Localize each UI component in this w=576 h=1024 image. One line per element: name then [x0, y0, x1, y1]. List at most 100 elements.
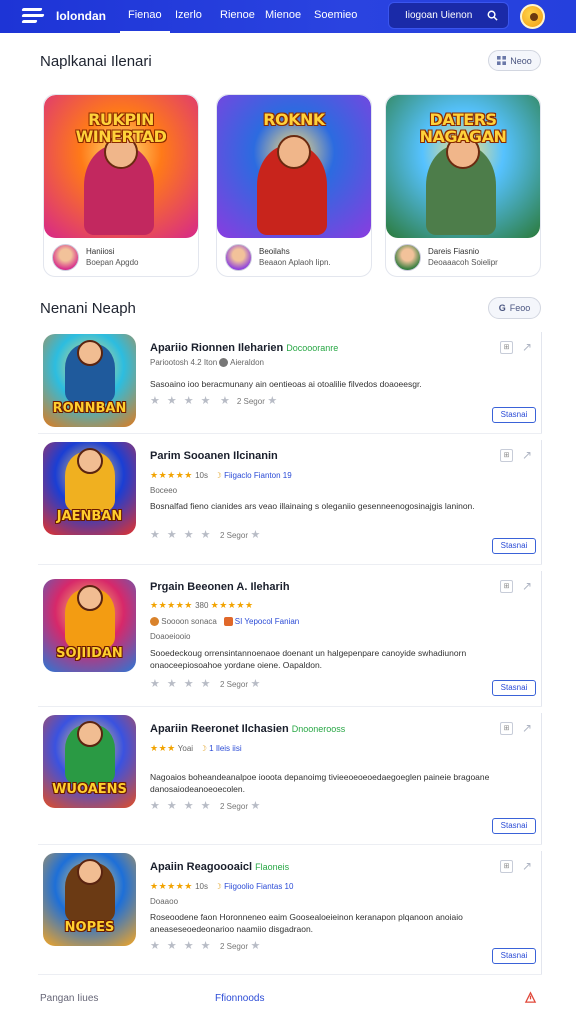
game-list-item[interactable]: WUOAENS Apariin Reeronet Ilchasien Dnooner… [38, 713, 542, 845]
rating-count: 2 Segor [219, 802, 248, 811]
game-thumbnail[interactable]: SOJIIDAN [43, 579, 136, 672]
featured-card-subtitle: Beaaon Aplaoh Iipn. [259, 258, 331, 267]
game-rating: ★★★★ 2 Segor ★ [150, 677, 267, 690]
nav-tab-2[interactable]: Rienoe [220, 9, 255, 21]
list-more-button[interactable]: G Feoo [488, 297, 541, 319]
card-border [541, 440, 542, 564]
featured-card-name: Dareis Fiasnio [428, 247, 480, 256]
game-title[interactable]: Apariio Rionnen Ileharien Docoooranre [150, 342, 338, 354]
nav-tab-4[interactable]: Soemieo [314, 9, 357, 21]
moon-icon: ☽ [199, 744, 207, 753]
info-icon [219, 358, 229, 368]
game-list-item[interactable]: RONNBAN Apariio Rionnen Ileharien Docooora… [38, 332, 542, 434]
featured-card[interactable]: DATERS NAGAGAN Dareis Fiasnio Deoaaacoh So… [385, 94, 541, 277]
badge-icon [223, 617, 233, 627]
game-rating: ★★★★ 2 Segor ★ [150, 939, 267, 952]
rating-count: 2 Segor [219, 531, 248, 540]
install-button[interactable]: Stasnai [492, 407, 536, 423]
bookmark-icon[interactable]: ⊞ [500, 580, 513, 593]
game-title-text: Prgain Beeonen A. Ileharih [150, 581, 290, 593]
footer-mid-link[interactable]: Ffionnoods [215, 993, 264, 1004]
share-icon[interactable]: ↗ [522, 448, 536, 462]
bookmark-icon[interactable]: ⊞ [500, 860, 513, 873]
game-genre-tag: Flaoneis [255, 862, 290, 872]
game-list-item[interactable]: NOPES Apaiin Reagoooaicl Flaoneis ★★★★★ 10s… [38, 851, 542, 975]
featured-card-banner: ROKNK [263, 110, 325, 129]
game-meta-secondary: Aieraldon [230, 358, 264, 367]
rating-stars: ★★★★ [150, 940, 218, 952]
rating-count: 2 Segor [219, 680, 248, 689]
featured-card-artwork[interactable]: ROKNK [217, 95, 371, 238]
game-meta-row2: Soooon sonaca SI Yepocol Fanian [150, 617, 299, 627]
rating-star-end: ★ [250, 940, 268, 952]
bookmark-icon[interactable]: ⊞ [500, 341, 513, 354]
game-meta-primary: Yoai [177, 744, 194, 753]
game-title[interactable]: Prgain Beeonen A. Ileharih [150, 581, 290, 593]
nav-tab-3[interactable]: Mienoe [265, 9, 301, 21]
moon-icon: ☽ [214, 471, 222, 480]
game-thumbnail[interactable]: RONNBAN [43, 334, 136, 427]
grid-icon [497, 56, 507, 65]
rating-star-end: ★ [267, 395, 285, 407]
logo-icon[interactable] [21, 7, 45, 25]
game-subtitle: Doaoeiooio [150, 632, 191, 641]
share-icon[interactable]: ↗ [522, 859, 536, 873]
featured-card-artwork[interactable]: DATERS NAGAGAN [386, 95, 540, 238]
bookmark-icon[interactable]: ⊞ [500, 449, 513, 462]
game-meta-secondary: Fiigoolio Fiantas 10 [224, 882, 294, 891]
game-thumbnail[interactable]: NOPES [43, 853, 136, 946]
install-button[interactable]: Stasnai [492, 948, 536, 964]
game-title[interactable]: Apaiin Reagoooaicl Flaoneis [150, 861, 289, 873]
game-list-item[interactable]: SOJIIDAN Prgain Beeonen A. Ileharih ★★★★★ … [38, 571, 542, 707]
game-thumbnail-banner: JAENBAN [56, 509, 123, 524]
g-icon: G [498, 303, 506, 313]
game-thumbnail[interactable]: WUOAENS [43, 715, 136, 808]
install-button[interactable]: Stasnai [492, 680, 536, 696]
card-border [541, 713, 542, 844]
search-icon [487, 10, 498, 21]
featured-section-title: Naplkanai Ilenari [40, 53, 152, 70]
featured-more-button[interactable]: Neoo [488, 50, 541, 71]
rating-stars: ★★★★ [150, 678, 218, 690]
game-title[interactable]: Apariin Reeronet Ilchasien Dnoonerooss [150, 723, 345, 735]
game-title[interactable]: Parim Sooanen Ilcinanin [150, 450, 278, 462]
game-meta-primary: 10s [195, 471, 208, 480]
list-more-label: Feoo [509, 303, 531, 313]
install-button[interactable]: Stasnai [492, 538, 536, 554]
brand-name[interactable]: Iolondan [56, 9, 106, 23]
game-meta-primary: 380 [195, 601, 209, 610]
game-description: Sooedeckoug orrensintannoenaoe doenant u… [150, 648, 467, 670]
star-rating: ★★★★★ [150, 881, 193, 891]
featured-card-artwork[interactable]: RUKPIN WINERTAD [44, 95, 198, 238]
featured-card[interactable]: RUKPIN WINERTAD Haniiosi Boepan Apgdo [43, 94, 199, 277]
featured-card-subtitle: Boepan Apgdo [86, 258, 139, 267]
rating-star-end: ★ [250, 678, 268, 690]
game-thumbnail[interactable]: JAENBAN [43, 442, 136, 535]
search-input[interactable]: Iiogoan Uienon [388, 2, 509, 29]
footer-left-link[interactable]: Pangan Iiues [40, 993, 98, 1004]
game-thumbnail-banner: NOPES [64, 920, 115, 935]
install-button[interactable]: Stasnai [492, 818, 536, 834]
featured-card-meta: Beoilahs Beaaon Aplaoh Iipn. [217, 238, 371, 276]
rating-star-end: ★ [250, 529, 268, 541]
star-rating: ★★★ [150, 743, 176, 753]
share-icon[interactable]: ↗ [522, 579, 536, 593]
rating-stars: ★★★★ [150, 529, 218, 541]
nav-tab-0[interactable]: Fienao [120, 9, 170, 33]
share-icon[interactable]: ↗ [522, 340, 536, 354]
game-title-text: Parim Sooanen Ilcinanin [150, 450, 278, 462]
game-rating: ★★★★ ★2 Segor ★ [150, 394, 284, 407]
game-meta-primary: Pariootosh 4.2 Iton [150, 358, 218, 367]
star-rating-secondary: ★★★★★ [210, 600, 254, 610]
share-icon[interactable]: ↗ [522, 721, 536, 735]
rating-stars: ★★★★ [150, 395, 218, 407]
game-title-text: Apariin Reeronet Ilchasien [150, 723, 289, 735]
featured-card[interactable]: ROKNK Beoilahs Beaaon Aplaoh Iipn. [216, 94, 372, 277]
featured-card-meta: Dareis Fiasnio Deoaaacoh Soielipr [386, 238, 540, 276]
nav-tab-1[interactable]: Izerlo [175, 9, 202, 21]
share-arrow-icon[interactable] [524, 991, 537, 1004]
user-avatar[interactable] [520, 4, 545, 29]
bookmark-icon[interactable]: ⊞ [500, 722, 513, 735]
featured-card-banner: RUKPIN WINERTAD [75, 110, 167, 146]
game-list-item[interactable]: JAENBAN Parim Sooanen Ilcinanin ★★★★★ 10s … [38, 440, 542, 565]
